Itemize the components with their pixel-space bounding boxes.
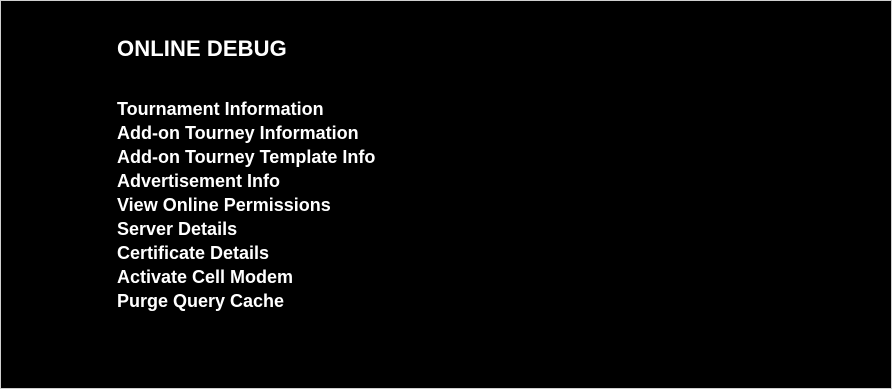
menu-item-server-details[interactable]: Server Details (117, 217, 375, 241)
menu-item-advertisement-info[interactable]: Advertisement Info (117, 169, 375, 193)
debug-screen: ONLINE DEBUG Tournament Information Add-… (0, 0, 892, 389)
menu-item-activate-cell-modem[interactable]: Activate Cell Modem (117, 265, 375, 289)
menu-item-tournament-information[interactable]: Tournament Information (117, 97, 375, 121)
menu-item-addon-tourney-template-info[interactable]: Add-on Tourney Template Info (117, 145, 375, 169)
menu-item-addon-tourney-information[interactable]: Add-on Tourney Information (117, 121, 375, 145)
page-title: ONLINE DEBUG (117, 36, 287, 61)
menu-item-purge-query-cache[interactable]: Purge Query Cache (117, 289, 375, 313)
menu-item-certificate-details[interactable]: Certificate Details (117, 241, 375, 265)
menu-item-view-online-permissions[interactable]: View Online Permissions (117, 193, 375, 217)
debug-menu: Tournament Information Add-on Tourney In… (117, 97, 375, 313)
